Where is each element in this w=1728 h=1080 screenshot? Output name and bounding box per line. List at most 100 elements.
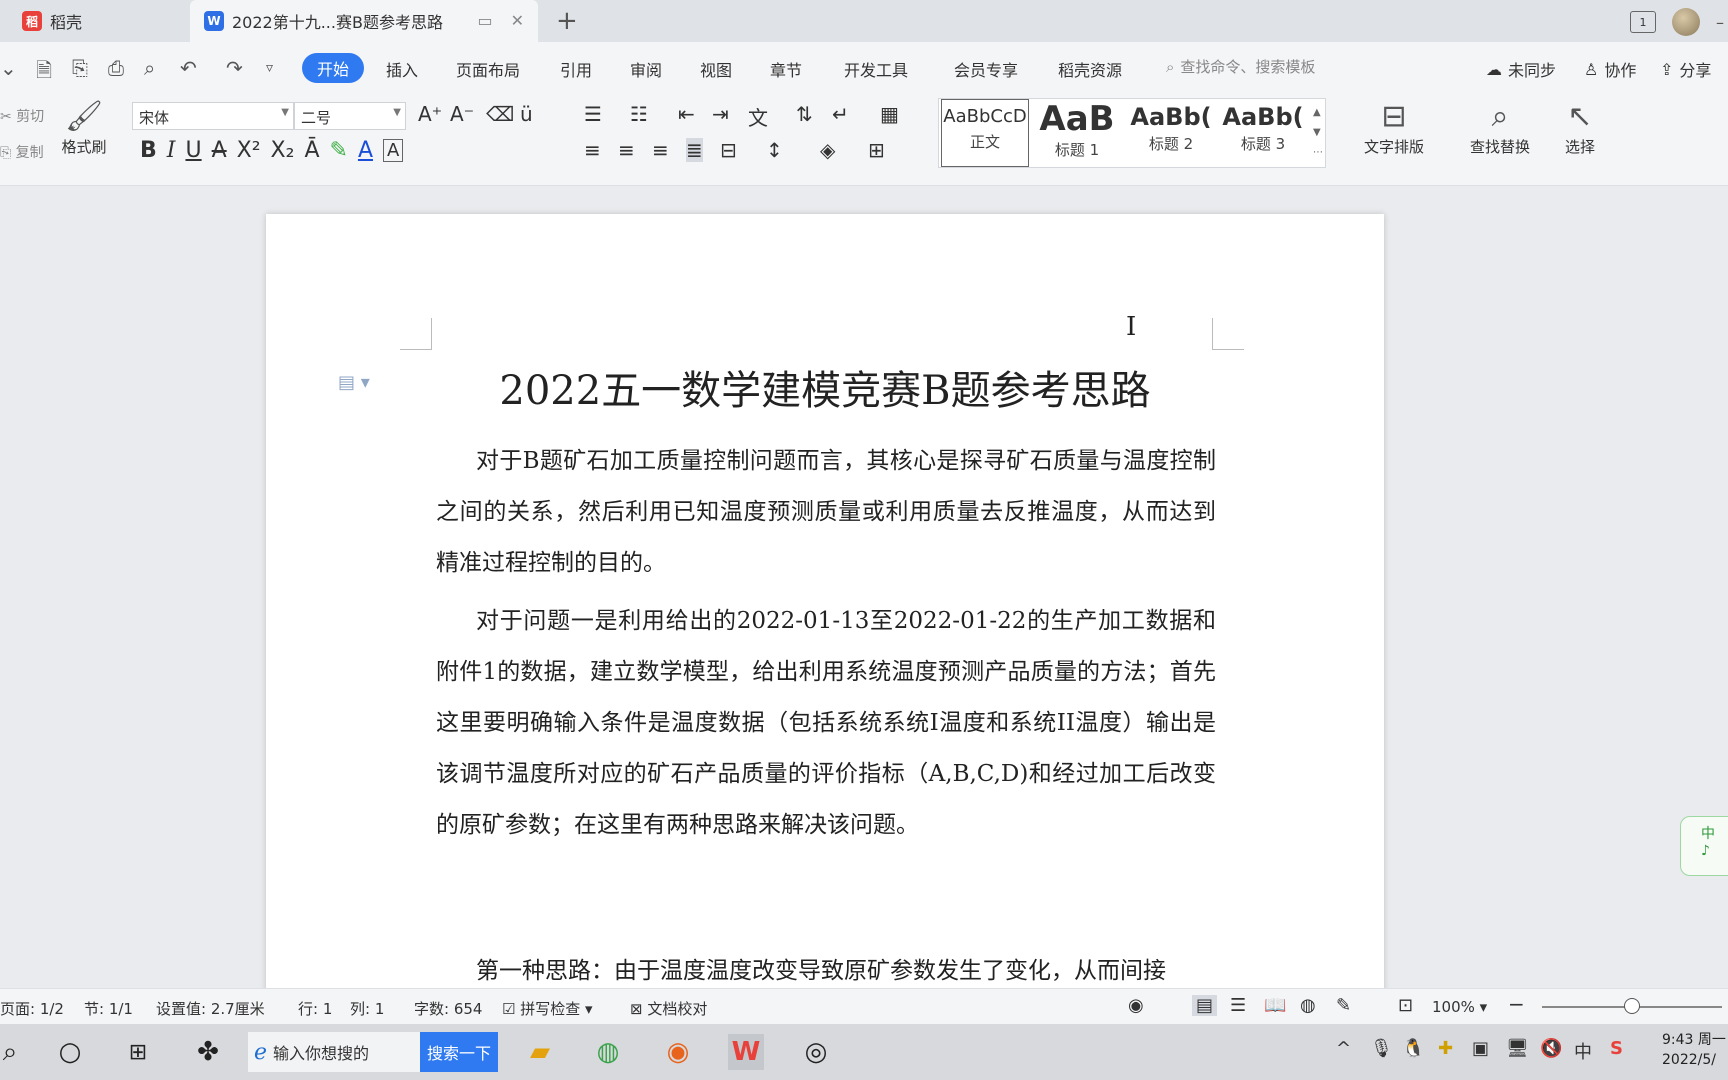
align-center-icon[interactable]: ≡ — [618, 138, 635, 162]
superscript-icon[interactable]: X² — [237, 138, 261, 163]
borders-icon[interactable]: ⊞ — [868, 138, 885, 162]
menu-member[interactable]: 会员专享 — [954, 57, 1018, 81]
microphone-icon[interactable]: 🎙 — [1370, 1038, 1393, 1059]
undo-icon[interactable]: ↶ — [180, 56, 197, 80]
status-setting[interactable]: 设置值: 2.7厘米 — [156, 998, 265, 1019]
menu-page-layout[interactable]: 页面布局 — [456, 57, 520, 81]
copy-button[interactable]: ⎘ 复制 — [0, 142, 44, 162]
menu-insert[interactable]: 插入 — [386, 57, 418, 81]
page-view-icon[interactable]: ▤ — [1192, 995, 1218, 1016]
style-heading-3[interactable]: AaBb( 标题 3 — [1217, 99, 1309, 167]
highlight-icon[interactable]: ✎ — [330, 138, 348, 163]
status-wordcount[interactable]: 字数: 654 — [414, 998, 482, 1019]
clock[interactable]: 9:43 周一 2022/5/ — [1662, 1030, 1726, 1070]
style-scroll-icon[interactable]: ▲ ▼ ⋯ — [1313, 103, 1323, 163]
eye-protect-icon[interactable]: ◉ — [1128, 995, 1144, 1016]
tab-pin-icon[interactable]: ▭ — [477, 11, 492, 30]
tab-daoke[interactable]: 稻 稻壳 — [0, 0, 188, 42]
clear-format-icon[interactable]: ⌫ — [486, 102, 514, 126]
wps-taskbar-icon[interactable]: W — [728, 1034, 764, 1070]
menu-view[interactable]: 视图 — [700, 57, 732, 81]
grow-font-icon[interactable]: A⁺ — [418, 102, 442, 126]
browser-360-icon[interactable]: ◍ — [590, 1034, 626, 1070]
distribute-icon[interactable]: ⊟ — [720, 138, 737, 162]
task-view-icon[interactable]: ⊞ — [120, 1034, 156, 1070]
style-heading-1[interactable]: AaB 标题 1 — [1031, 99, 1123, 167]
bullet-list-icon[interactable]: ☰ — [584, 102, 602, 126]
ime-indicator[interactable]: 中 — [1574, 1038, 1592, 1064]
obs-icon[interactable]: ◎ — [798, 1034, 834, 1070]
menu-developer[interactable]: 开发工具 — [844, 57, 908, 81]
align-left-icon[interactable]: ≡ — [584, 138, 601, 162]
proofread-button[interactable]: ⊠ 文档校对 — [630, 998, 707, 1019]
web-search-input[interactable]: ℯ 输入你想搜的 — [248, 1032, 420, 1072]
format-painter-button[interactable]: 🖌 格式刷 — [56, 98, 112, 157]
app-pinwheel-icon[interactable]: ✤ — [190, 1034, 226, 1070]
paragraph[interactable]: 对于B题矿石加工质量控制问题而言，其核心是探寻矿石质量与温度控制之间的关系，然后… — [436, 436, 1216, 589]
new-tab-button[interactable]: + — [556, 6, 578, 36]
export-icon[interactable]: ⎘ — [72, 56, 88, 80]
font-name-select[interactable]: 宋体 ▼ — [132, 102, 294, 130]
file-explorer-icon[interactable]: ▰ — [522, 1034, 558, 1070]
cut-button[interactable]: ✂ 剪切 — [0, 106, 44, 126]
sogou-icon[interactable]: S — [1610, 1038, 1623, 1059]
subscript-icon[interactable]: X₂ — [271, 138, 295, 163]
select-button[interactable]: ↖ 选择 — [1556, 98, 1604, 157]
avatar[interactable] — [1672, 8, 1700, 36]
shading-icon[interactable]: ◈ — [820, 138, 835, 162]
menu-review[interactable]: 审阅 — [630, 57, 662, 81]
spellcheck-button[interactable]: ☑ 拼写检查 ▾ — [502, 998, 593, 1019]
network-icon[interactable]: 🖥 — [1506, 1038, 1529, 1059]
find-replace-button[interactable]: ⌕ 查找替换 — [1460, 98, 1540, 157]
reading-view-icon[interactable]: 📖 — [1264, 995, 1286, 1016]
line-spacing-icon[interactable]: ↕ — [766, 138, 783, 162]
style-normal[interactable]: AaBbCcD 正文 — [941, 99, 1029, 167]
share-button[interactable]: ⇪ 分享 — [1660, 57, 1711, 81]
print-icon[interactable]: ⎙ — [108, 56, 124, 80]
shrink-font-icon[interactable]: A⁻ — [450, 102, 474, 126]
cortana-icon[interactable]: ○ — [52, 1034, 88, 1070]
paragraph[interactable]: 对于问题一是利用给出的2022-01-13至2022-01-22的生产加工数据和… — [436, 596, 1216, 851]
save-icon[interactable]: 🗎 — [36, 56, 52, 90]
web-view-icon[interactable]: ◍ — [1300, 995, 1316, 1016]
menu-home[interactable]: 开始 — [302, 53, 364, 83]
zoom-out-icon[interactable]: − — [1508, 992, 1525, 1016]
document-canvas[interactable]: ▤ ▾ 2022五一数学建模竞赛B题参考思路 对于B题矿石加工质量控制问题而言，… — [0, 186, 1728, 994]
underline-icon[interactable]: U — [185, 138, 201, 163]
status-page[interactable]: 页面: 1/2 — [0, 998, 64, 1019]
redo-icon[interactable]: ↷ — [226, 56, 243, 80]
qq-icon[interactable]: 🐧 — [1402, 1038, 1424, 1059]
font-color-icon[interactable]: A — [358, 138, 373, 163]
tab-document[interactable]: W 2022第十九...赛B题参考思路 ▭ ✕ — [190, 0, 538, 42]
menu-references[interactable]: 引用 — [560, 57, 592, 81]
minimize-icon[interactable]: – — [1716, 13, 1728, 32]
fit-page-icon[interactable]: ⊡ — [1398, 995, 1413, 1016]
text-effect-icon[interactable]: Ā — [304, 138, 319, 163]
sync-button[interactable]: ☁ 未同步 — [1486, 57, 1556, 81]
firefox-icon[interactable]: ◉ — [660, 1034, 696, 1070]
write-mode-icon[interactable]: ✎ — [1336, 995, 1351, 1016]
tray-app-icon[interactable]: ✚ — [1438, 1038, 1453, 1059]
text-layout-button[interactable]: ⊟ 文字排版 — [1348, 98, 1440, 157]
bold-icon[interactable]: B — [140, 138, 157, 163]
menu-daoke-resources[interactable]: 稻壳资源 — [1058, 57, 1122, 81]
font-size-select[interactable]: 二号 ▼ — [294, 102, 406, 130]
indent-icon[interactable]: ⇥ — [712, 102, 729, 126]
print-preview-icon[interactable]: ⌕ — [144, 56, 155, 80]
zoom-select[interactable]: 100% ▾ — [1432, 998, 1487, 1016]
document-page[interactable]: ▤ ▾ 2022五一数学建模竞赛B题参考思路 对于B题矿石加工质量控制问题而言，… — [266, 214, 1384, 994]
style-heading-2[interactable]: AaBb( 标题 2 — [1125, 99, 1217, 167]
show-marks-icon[interactable]: ↵ — [832, 102, 849, 126]
web-search-button[interactable]: 搜索一下 — [420, 1032, 498, 1072]
close-icon[interactable]: ✕ — [511, 11, 524, 30]
command-search[interactable]: ⌕ 查找命令、搜索模板 — [1166, 56, 1315, 77]
outdent-icon[interactable]: ⇤ — [678, 102, 695, 126]
align-right-icon[interactable]: ≡ — [652, 138, 669, 162]
search-icon[interactable]: ⌕ — [0, 1034, 28, 1070]
tray-drive-icon[interactable]: ▣ — [1472, 1038, 1489, 1059]
strikethrough-icon[interactable]: A — [212, 138, 227, 163]
ime-float-widget[interactable]: 中 ♪ — [1680, 816, 1728, 876]
table-icon[interactable]: ▦ — [880, 102, 899, 126]
char-border-icon[interactable]: A — [383, 139, 404, 162]
chinese-layout-icon[interactable]: 文 — [748, 102, 768, 131]
